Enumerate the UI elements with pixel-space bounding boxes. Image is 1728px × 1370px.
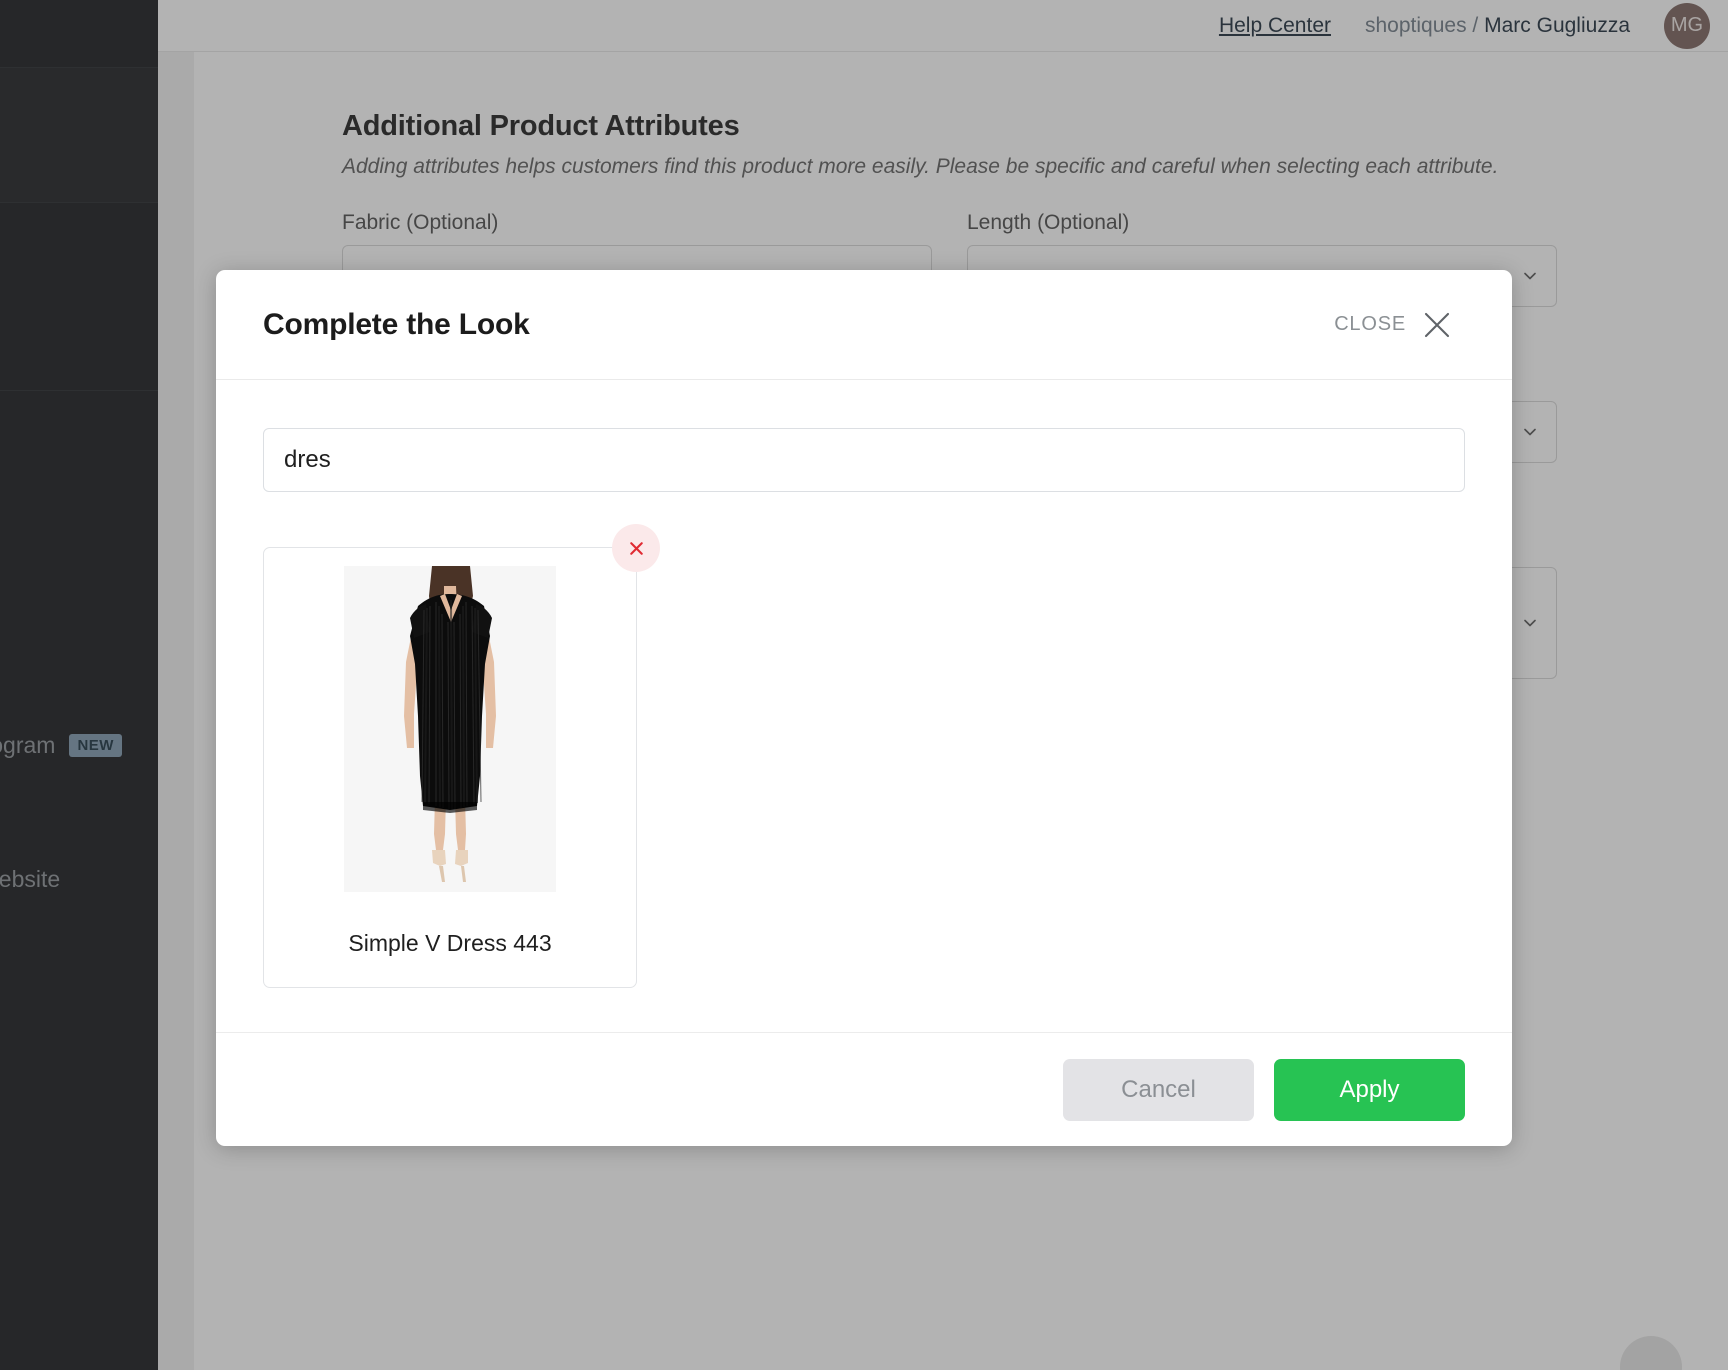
apply-button[interactable]: Apply: [1274, 1058, 1465, 1121]
search-results: Simple V Dress 443: [263, 524, 1465, 988]
remove-product-button[interactable]: [612, 524, 660, 572]
modal-header: Complete the Look CLOSE: [216, 270, 1512, 380]
complete-the-look-modal: Complete the Look CLOSE dres Simple V Dr…: [216, 270, 1512, 1146]
product-card[interactable]: Simple V Dress 443: [263, 524, 660, 988]
close-button[interactable]: CLOSE: [1334, 310, 1452, 340]
cancel-button[interactable]: Cancel: [1063, 1058, 1254, 1121]
search-input[interactable]: [263, 428, 1465, 492]
modal-footer: Cancel Apply: [216, 1032, 1512, 1146]
close-button-label: CLOSE: [1334, 313, 1406, 335]
product-image-wrap: [280, 566, 620, 892]
modal-body: Simple V Dress 443: [216, 380, 1512, 988]
close-icon: [1422, 310, 1452, 340]
product-image: [344, 566, 556, 892]
modal-title: Complete the Look: [263, 307, 530, 341]
product-name: Simple V Dress 443: [348, 930, 552, 956]
